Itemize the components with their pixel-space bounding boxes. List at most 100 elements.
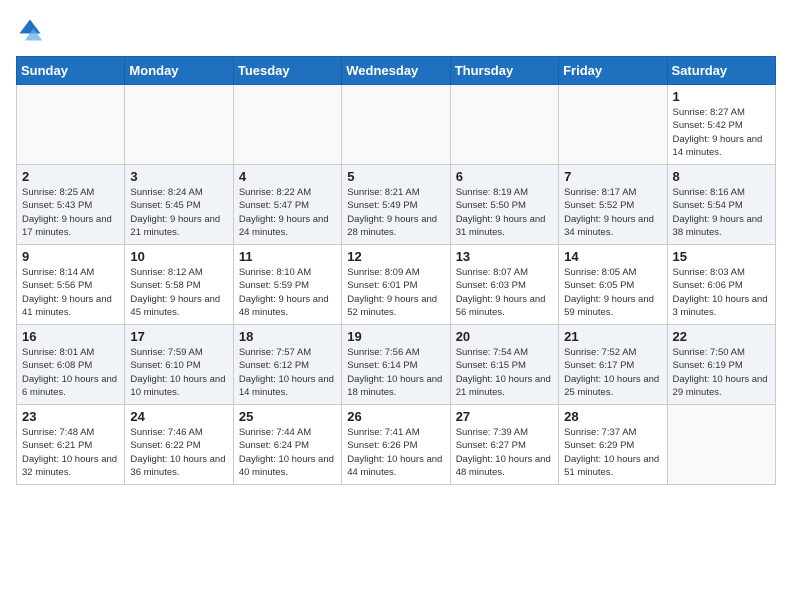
- calendar-header-wednesday: Wednesday: [342, 57, 450, 85]
- day-number: 4: [239, 169, 336, 184]
- calendar-week-3: 9 Sunrise: 8:14 AM Sunset: 5:56 PM Daylig…: [17, 245, 776, 325]
- calendar-day: 24 Sunrise: 7:46 AM Sunset: 6:22 PM Dayli…: [125, 405, 233, 485]
- day-number: 28: [564, 409, 661, 424]
- day-info: Sunrise: 8:16 AM Sunset: 5:54 PM Dayligh…: [673, 186, 770, 239]
- day-number: 15: [673, 249, 770, 264]
- day-number: 20: [456, 329, 553, 344]
- calendar-header-thursday: Thursday: [450, 57, 558, 85]
- calendar-table: SundayMondayTuesdayWednesdayThursdayFrid…: [16, 56, 776, 485]
- calendar-day: [17, 85, 125, 165]
- calendar-day: [450, 85, 558, 165]
- calendar-day: 28 Sunrise: 7:37 AM Sunset: 6:29 PM Dayli…: [559, 405, 667, 485]
- day-number: 9: [22, 249, 119, 264]
- day-info: Sunrise: 7:56 AM Sunset: 6:14 PM Dayligh…: [347, 346, 444, 399]
- calendar-day: 27 Sunrise: 7:39 AM Sunset: 6:27 PM Dayli…: [450, 405, 558, 485]
- day-info: Sunrise: 7:59 AM Sunset: 6:10 PM Dayligh…: [130, 346, 227, 399]
- day-info: Sunrise: 7:46 AM Sunset: 6:22 PM Dayligh…: [130, 426, 227, 479]
- day-number: 12: [347, 249, 444, 264]
- calendar-header-tuesday: Tuesday: [233, 57, 341, 85]
- day-info: Sunrise: 8:21 AM Sunset: 5:49 PM Dayligh…: [347, 186, 444, 239]
- calendar-day: 16 Sunrise: 8:01 AM Sunset: 6:08 PM Dayli…: [17, 325, 125, 405]
- calendar-header-monday: Monday: [125, 57, 233, 85]
- day-number: 6: [456, 169, 553, 184]
- day-info: Sunrise: 8:27 AM Sunset: 5:42 PM Dayligh…: [673, 106, 770, 159]
- calendar-day: 3 Sunrise: 8:24 AM Sunset: 5:45 PM Daylig…: [125, 165, 233, 245]
- calendar-day: 10Sunrise: 8:12 AM Sunset: 5:58 PM Dayli…: [125, 245, 233, 325]
- day-number: 21: [564, 329, 661, 344]
- calendar-day: 7 Sunrise: 8:17 AM Sunset: 5:52 PM Daylig…: [559, 165, 667, 245]
- page-header: [16, 16, 776, 44]
- calendar-day: 22 Sunrise: 7:50 AM Sunset: 6:19 PM Dayli…: [667, 325, 775, 405]
- day-number: 23: [22, 409, 119, 424]
- day-number: 22: [673, 329, 770, 344]
- day-number: 19: [347, 329, 444, 344]
- calendar-day: 12 Sunrise: 8:09 AM Sunset: 6:01 PM Dayli…: [342, 245, 450, 325]
- calendar-header-row: SundayMondayTuesdayWednesdayThursdayFrid…: [17, 57, 776, 85]
- calendar-day: 9 Sunrise: 8:14 AM Sunset: 5:56 PM Daylig…: [17, 245, 125, 325]
- calendar-day: 5 Sunrise: 8:21 AM Sunset: 5:49 PM Daylig…: [342, 165, 450, 245]
- day-number: 17: [130, 329, 227, 344]
- calendar-week-5: 23Sunrise: 7:48 AM Sunset: 6:21 PM Dayli…: [17, 405, 776, 485]
- calendar-header-sunday: Sunday: [17, 57, 125, 85]
- day-number: 27: [456, 409, 553, 424]
- day-info: Sunrise: 8:01 AM Sunset: 6:08 PM Dayligh…: [22, 346, 119, 399]
- day-info: Sunrise: 7:57 AM Sunset: 6:12 PM Dayligh…: [239, 346, 336, 399]
- calendar-header-saturday: Saturday: [667, 57, 775, 85]
- day-number: 8: [673, 169, 770, 184]
- day-number: 11: [239, 249, 336, 264]
- day-number: 2: [22, 169, 119, 184]
- logo: [16, 16, 48, 44]
- day-info: Sunrise: 7:39 AM Sunset: 6:27 PM Dayligh…: [456, 426, 553, 479]
- day-info: Sunrise: 8:07 AM Sunset: 6:03 PM Dayligh…: [456, 266, 553, 319]
- calendar-day: 25Sunrise: 7:44 AM Sunset: 6:24 PM Dayli…: [233, 405, 341, 485]
- day-number: 16: [22, 329, 119, 344]
- day-info: Sunrise: 8:22 AM Sunset: 5:47 PM Dayligh…: [239, 186, 336, 239]
- day-info: Sunrise: 8:05 AM Sunset: 6:05 PM Dayligh…: [564, 266, 661, 319]
- day-info: Sunrise: 8:19 AM Sunset: 5:50 PM Dayligh…: [456, 186, 553, 239]
- day-number: 24: [130, 409, 227, 424]
- calendar-header-friday: Friday: [559, 57, 667, 85]
- calendar-day: 23Sunrise: 7:48 AM Sunset: 6:21 PM Dayli…: [17, 405, 125, 485]
- calendar-day: [559, 85, 667, 165]
- day-info: Sunrise: 8:25 AM Sunset: 5:43 PM Dayligh…: [22, 186, 119, 239]
- day-info: Sunrise: 7:54 AM Sunset: 6:15 PM Dayligh…: [456, 346, 553, 399]
- day-info: Sunrise: 8:03 AM Sunset: 6:06 PM Dayligh…: [673, 266, 770, 319]
- calendar-day: 6 Sunrise: 8:19 AM Sunset: 5:50 PM Daylig…: [450, 165, 558, 245]
- day-info: Sunrise: 7:52 AM Sunset: 6:17 PM Dayligh…: [564, 346, 661, 399]
- day-info: Sunrise: 7:37 AM Sunset: 6:29 PM Dayligh…: [564, 426, 661, 479]
- day-info: Sunrise: 8:17 AM Sunset: 5:52 PM Dayligh…: [564, 186, 661, 239]
- calendar-day: [233, 85, 341, 165]
- calendar-day: 1 Sunrise: 8:27 AM Sunset: 5:42 PM Daylig…: [667, 85, 775, 165]
- day-info: Sunrise: 8:10 AM Sunset: 5:59 PM Dayligh…: [239, 266, 336, 319]
- day-number: 7: [564, 169, 661, 184]
- day-info: Sunrise: 8:24 AM Sunset: 5:45 PM Dayligh…: [130, 186, 227, 239]
- day-number: 10: [130, 249, 227, 264]
- day-number: 1: [673, 89, 770, 104]
- calendar-day: [667, 405, 775, 485]
- calendar-day: 17 Sunrise: 7:59 AM Sunset: 6:10 PM Dayli…: [125, 325, 233, 405]
- day-number: 14: [564, 249, 661, 264]
- calendar-week-2: 2 Sunrise: 8:25 AM Sunset: 5:43 PM Daylig…: [17, 165, 776, 245]
- day-info: Sunrise: 8:14 AM Sunset: 5:56 PM Dayligh…: [22, 266, 119, 319]
- calendar-day: 8 Sunrise: 8:16 AM Sunset: 5:54 PM Daylig…: [667, 165, 775, 245]
- day-number: 18: [239, 329, 336, 344]
- day-info: Sunrise: 7:50 AM Sunset: 6:19 PM Dayligh…: [673, 346, 770, 399]
- calendar-day: 14 Sunrise: 8:05 AM Sunset: 6:05 PM Dayli…: [559, 245, 667, 325]
- calendar-day: 15 Sunrise: 8:03 AM Sunset: 6:06 PM Dayli…: [667, 245, 775, 325]
- day-number: 5: [347, 169, 444, 184]
- logo-icon: [16, 16, 44, 44]
- day-info: Sunrise: 8:09 AM Sunset: 6:01 PM Dayligh…: [347, 266, 444, 319]
- day-number: 13: [456, 249, 553, 264]
- calendar-day: 26Sunrise: 7:41 AM Sunset: 6:26 PM Dayli…: [342, 405, 450, 485]
- day-number: 25: [239, 409, 336, 424]
- day-number: 26: [347, 409, 444, 424]
- calendar-day: 11 Sunrise: 8:10 AM Sunset: 5:59 PM Dayli…: [233, 245, 341, 325]
- calendar-day: 21 Sunrise: 7:52 AM Sunset: 6:17 PM Dayli…: [559, 325, 667, 405]
- calendar-week-4: 16 Sunrise: 8:01 AM Sunset: 6:08 PM Dayli…: [17, 325, 776, 405]
- calendar-day: 19 Sunrise: 7:56 AM Sunset: 6:14 PM Dayli…: [342, 325, 450, 405]
- calendar-day: 13 Sunrise: 8:07 AM Sunset: 6:03 PM Dayli…: [450, 245, 558, 325]
- day-number: 3: [130, 169, 227, 184]
- calendar-day: [125, 85, 233, 165]
- calendar-day: 18 Sunrise: 7:57 AM Sunset: 6:12 PM Dayli…: [233, 325, 341, 405]
- calendar-day: [342, 85, 450, 165]
